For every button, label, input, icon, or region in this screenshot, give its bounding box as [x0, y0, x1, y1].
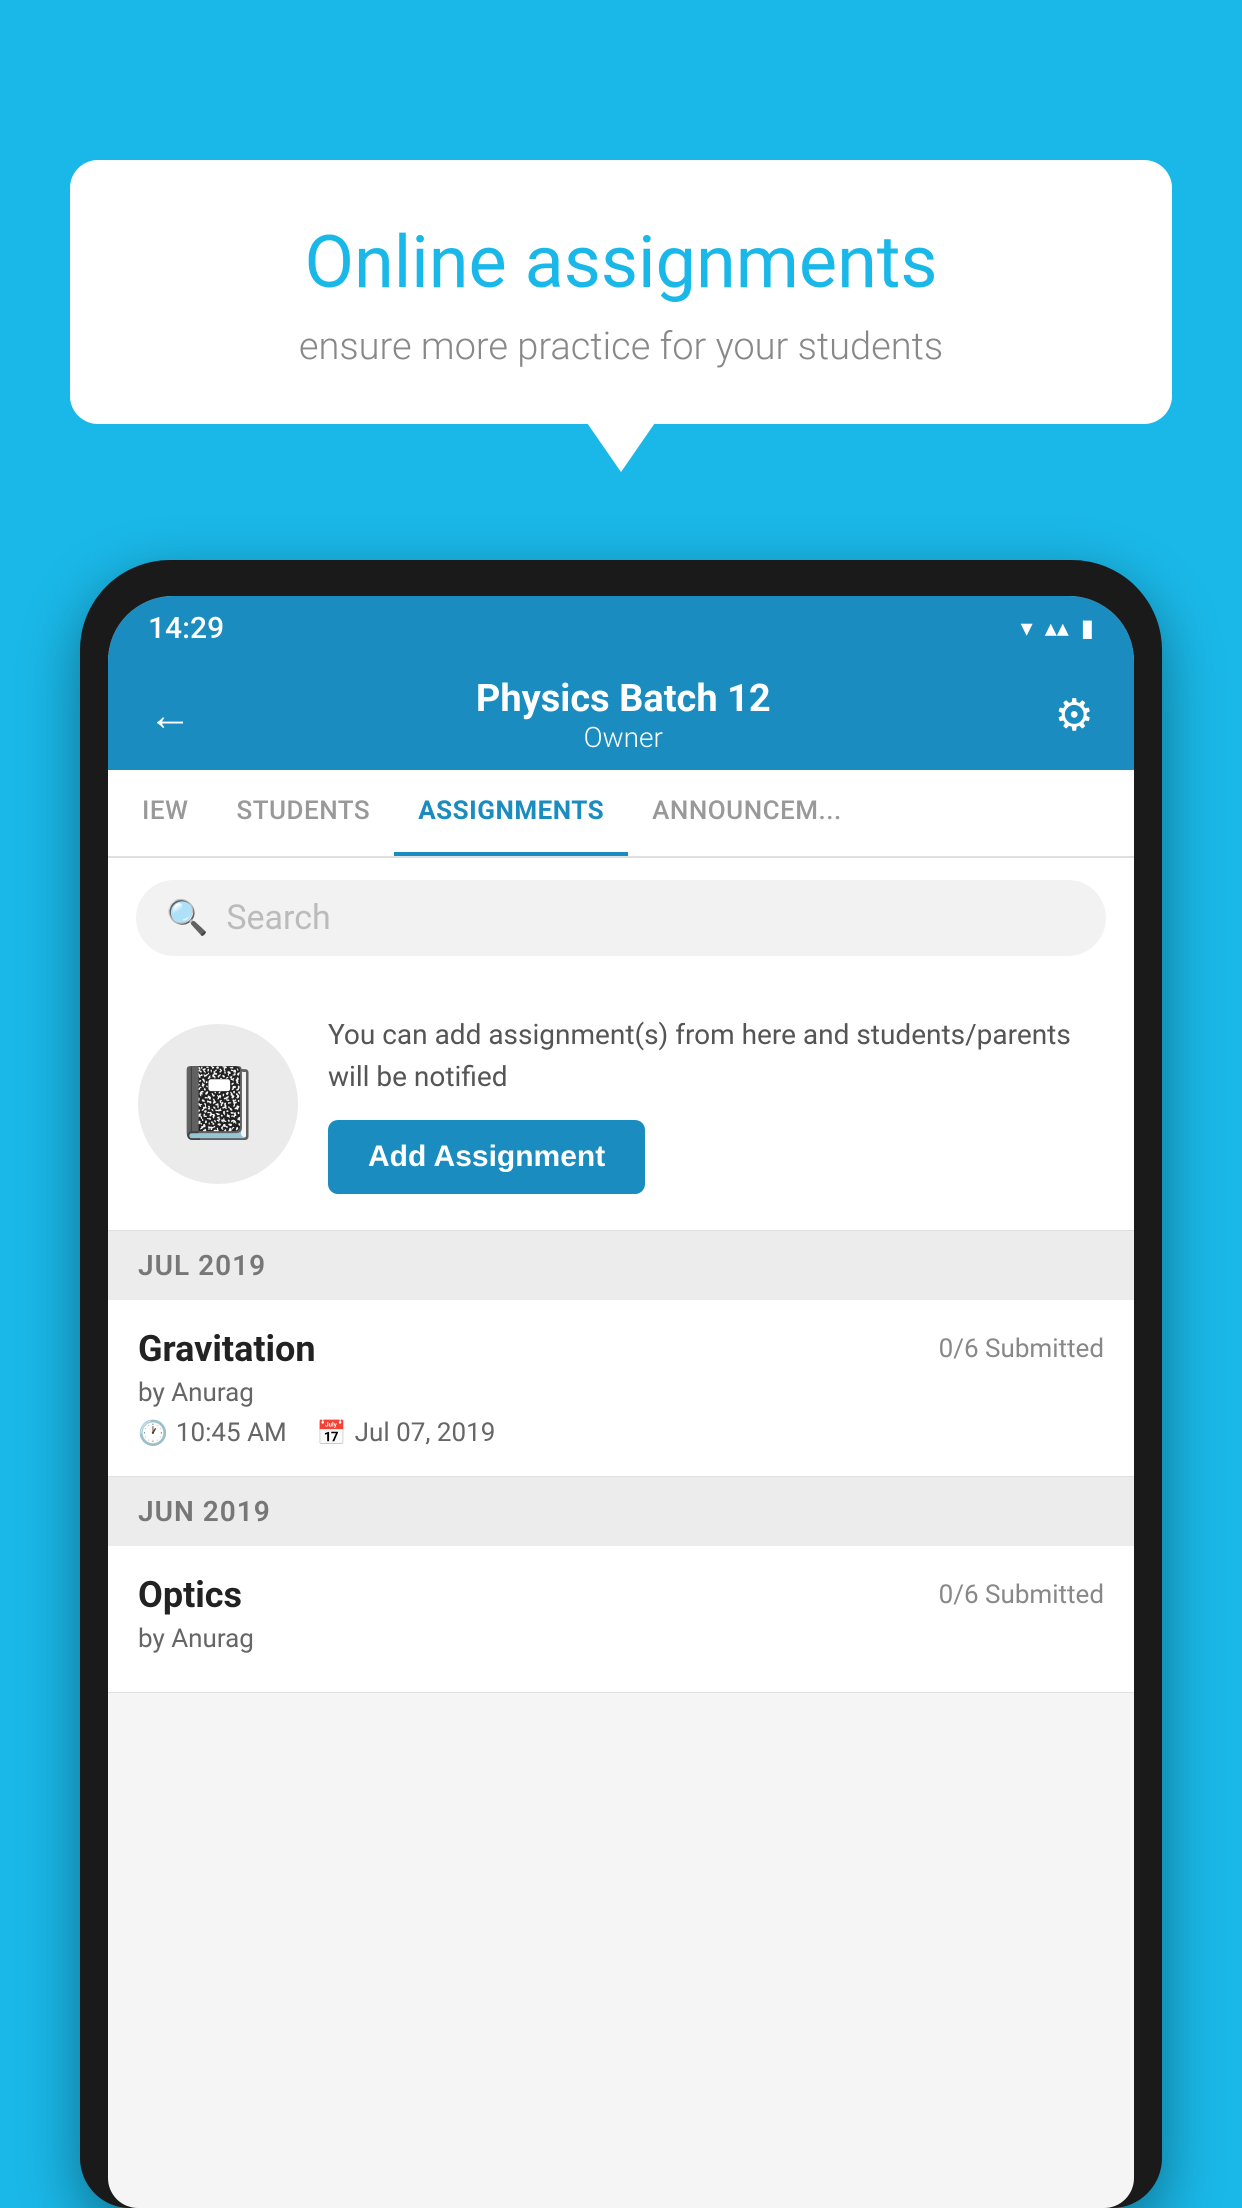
app-header: ← Physics Batch 12 Owner ⚙: [108, 660, 1134, 770]
header-title-block: Physics Batch 12 Owner: [476, 677, 771, 754]
add-assignment-button[interactable]: Add Assignment: [328, 1120, 645, 1194]
battery-icon: ▮: [1081, 614, 1094, 642]
assignment-icon-circle: 📓: [138, 1024, 298, 1184]
assignment-name: Gravitation: [138, 1328, 316, 1370]
speech-bubble-container: Online assignments ensure more practice …: [70, 160, 1172, 424]
speech-bubble-title: Online assignments: [140, 220, 1102, 305]
tab-students[interactable]: STUDENTS: [212, 770, 394, 856]
speech-bubble-subtitle: ensure more practice for your students: [140, 325, 1102, 369]
assignment-item-gravitation[interactable]: Gravitation 0/6 Submitted by Anurag 🕐 10…: [108, 1300, 1134, 1477]
wifi-icon: ▾: [1021, 614, 1033, 642]
search-placeholder-text: Search: [226, 898, 330, 938]
assignment-submitted: 0/6 Submitted: [939, 1334, 1104, 1364]
add-assignment-card: 📓 You can add assignment(s) from here an…: [108, 978, 1134, 1231]
assignment-item-optics[interactable]: Optics 0/6 Submitted by Anurag: [108, 1546, 1134, 1693]
tab-assignments[interactable]: ASSIGNMENTS: [394, 770, 628, 856]
assignment-date-value: Jul 07, 2019: [355, 1418, 496, 1448]
settings-icon[interactable]: ⚙: [1055, 689, 1094, 741]
add-assignment-content: You can add assignment(s) from here and …: [328, 1014, 1104, 1194]
section-header-jun: JUN 2019: [108, 1477, 1134, 1546]
tab-iew[interactable]: IEW: [118, 770, 212, 856]
signal-icon: ▴▴: [1045, 614, 1069, 642]
assignment-date: 📅 Jul 07, 2019: [317, 1418, 496, 1448]
add-assignment-description: You can add assignment(s) from here and …: [328, 1014, 1104, 1098]
search-bar[interactable]: 🔍 Search: [136, 880, 1106, 956]
notebook-icon: 📓: [174, 1063, 261, 1145]
assignment-optics-by: by Anurag: [138, 1624, 1104, 1654]
assignment-time: 🕐 10:45 AM: [138, 1418, 287, 1448]
search-bar-container: 🔍 Search: [108, 858, 1134, 978]
calendar-icon: 📅: [317, 1419, 347, 1447]
tab-announcements[interactable]: ANNOUNCEM...: [628, 770, 866, 856]
assignment-by: by Anurag: [138, 1378, 1104, 1408]
header-subtitle: Owner: [476, 721, 771, 754]
status-icons: ▾ ▴▴ ▮: [1021, 614, 1094, 642]
status-bar: 14:29 ▾ ▴▴ ▮: [108, 596, 1134, 660]
clock-icon: 🕐: [138, 1419, 168, 1447]
tabs-bar: IEW STUDENTS ASSIGNMENTS ANNOUNCEM...: [108, 770, 1134, 858]
assignment-item-header: Gravitation 0/6 Submitted: [138, 1328, 1104, 1370]
assignment-optics-name: Optics: [138, 1574, 242, 1616]
phone-frame: 14:29 ▾ ▴▴ ▮ ← Physics Batch 12 Owner ⚙ …: [80, 560, 1162, 2208]
back-button[interactable]: ←: [148, 689, 192, 741]
phone-screen: 14:29 ▾ ▴▴ ▮ ← Physics Batch 12 Owner ⚙ …: [108, 596, 1134, 2208]
assignment-time-value: 10:45 AM: [176, 1418, 287, 1448]
status-time: 14:29: [148, 611, 224, 646]
header-title: Physics Batch 12: [476, 677, 771, 721]
search-icon: 🔍: [166, 898, 208, 938]
assignment-optics-submitted: 0/6 Submitted: [939, 1580, 1104, 1610]
section-header-jul: JUL 2019: [108, 1231, 1134, 1300]
speech-bubble: Online assignments ensure more practice …: [70, 160, 1172, 424]
assignment-meta: 🕐 10:45 AM 📅 Jul 07, 2019: [138, 1418, 1104, 1448]
assignment-item-optics-header: Optics 0/6 Submitted: [138, 1574, 1104, 1616]
